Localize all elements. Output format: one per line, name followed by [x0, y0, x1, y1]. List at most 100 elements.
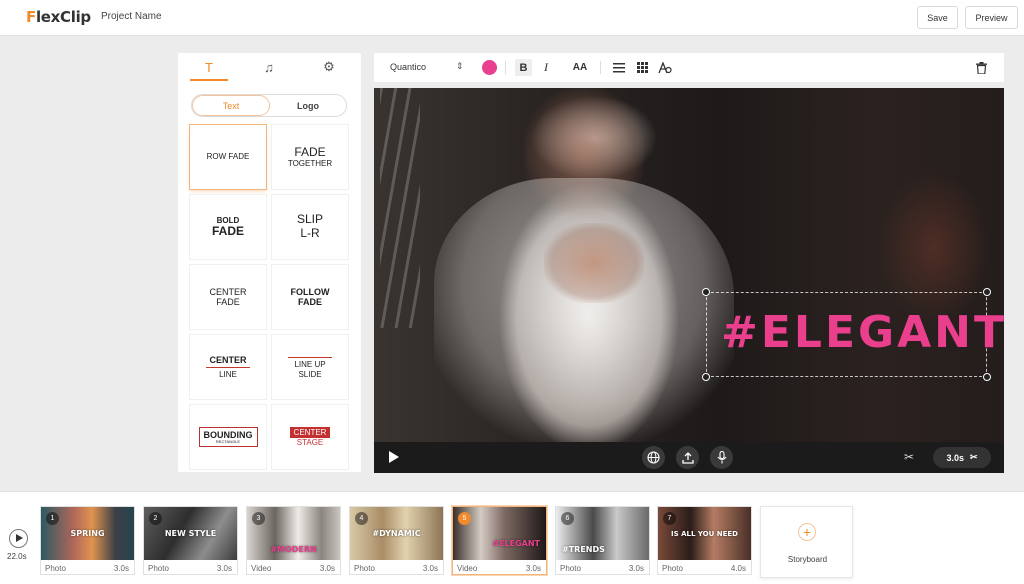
- text-toolbar: Quantico ⇕ B I AA: [374, 53, 1004, 82]
- split-icon[interactable]: ✂: [904, 450, 914, 464]
- save-button[interactable]: Save: [917, 6, 958, 29]
- top-bar: FlexClip Project Name Save Preview: [0, 0, 1024, 36]
- bold-button[interactable]: B: [515, 59, 532, 76]
- player-bar: ✂ 3.0s ✂: [374, 442, 1004, 473]
- text-overlay-box[interactable]: #ELEGANT: [702, 288, 1004, 381]
- clip-duration-pill[interactable]: 3.0s ✂: [933, 447, 991, 468]
- app-logo[interactable]: FlexClip: [26, 8, 91, 26]
- resize-handle[interactable]: [983, 288, 991, 296]
- active-tab-indicator: [190, 79, 228, 81]
- add-storyboard-button[interactable]: + Storyboard: [760, 506, 853, 578]
- clip-number: 5: [458, 512, 471, 525]
- clip-type: Photo: [354, 564, 375, 573]
- timeline-clip[interactable]: NEW STYLE 2 Photo 3.0s: [143, 506, 238, 575]
- template-label: LINE UP: [294, 360, 326, 370]
- timeline-clip[interactable]: #DYNAMIC 4 Photo 3.0s: [349, 506, 444, 575]
- globe-icon[interactable]: [642, 446, 665, 469]
- resize-handle[interactable]: [983, 373, 991, 381]
- upload-icon[interactable]: [676, 446, 699, 469]
- logo-text: lexClip: [35, 8, 91, 26]
- template-label: FADE: [294, 144, 326, 159]
- tab-text[interactable]: T: [184, 53, 234, 81]
- clip-duration: 4.0s: [730, 564, 746, 573]
- template-slip-lr[interactable]: SLIP L-R: [272, 195, 348, 259]
- template-label: SLIP: [296, 212, 323, 227]
- clip-duration: 3.0s: [113, 564, 129, 573]
- timeline-clip[interactable]: #MODERN 3 Video 3.0s: [246, 506, 341, 575]
- template-sublabel: FADE: [216, 297, 240, 307]
- timeline-clip[interactable]: IS ALL YOU NEED 7 Photo 4.0s: [657, 506, 752, 575]
- preview-button[interactable]: Preview: [965, 6, 1018, 29]
- align-icon[interactable]: [612, 59, 626, 76]
- segment-text[interactable]: Text: [192, 95, 270, 116]
- text-logo-toggle: Text Logo: [191, 94, 347, 117]
- play-icon[interactable]: [389, 451, 399, 463]
- red-divider: [288, 357, 332, 359]
- clip-type: Photo: [662, 564, 683, 573]
- clip-type: Video: [251, 564, 272, 573]
- timeline-play-button[interactable]: [9, 529, 28, 548]
- clip-number: 4: [355, 512, 368, 525]
- music-note-icon: ♫: [264, 59, 274, 75]
- template-bounding-rectangle[interactable]: BOUNDING RECTANGLE: [190, 405, 266, 469]
- timeline-clip-selected[interactable]: #ELEGANT 5 Video 3.0s: [452, 506, 547, 575]
- clip-duration: 3.0s: [946, 452, 964, 463]
- tab-settings[interactable]: ⚙: [304, 53, 354, 81]
- template-center-fade[interactable]: CENTER FADE: [190, 265, 266, 329]
- tab-music[interactable]: ♫: [244, 53, 294, 81]
- timeline-clip[interactable]: SPRING 1 Photo 3.0s: [40, 506, 135, 575]
- template-follow-fade[interactable]: FOLLOW FADE: [272, 265, 348, 329]
- clip-number: 2: [149, 512, 162, 525]
- segment-logo[interactable]: Logo: [270, 95, 346, 116]
- clip-caption: #ELEGANT: [492, 539, 540, 548]
- gear-icon: ⚙: [323, 59, 335, 74]
- text-panel: T ♫ ⚙ Text Logo ROW FADE FADE TOGETHER B…: [178, 53, 361, 472]
- trash-icon[interactable]: [974, 59, 988, 76]
- clip-duration: 3.0s: [216, 564, 232, 573]
- scene-hands: [544, 223, 644, 303]
- template-sublabel: STAGE: [296, 438, 324, 447]
- text-color-swatch[interactable]: [482, 60, 497, 75]
- template-fade-together[interactable]: FADE TOGETHER: [272, 125, 348, 189]
- updown-caret-icon[interactable]: ⇕: [456, 61, 464, 72]
- clip-duration: 3.0s: [628, 564, 644, 573]
- template-center-line[interactable]: CENTER LINE: [190, 335, 266, 399]
- clip-number: 6: [561, 512, 574, 525]
- template-label: CENTER: [209, 286, 247, 297]
- resize-handle[interactable]: [702, 288, 710, 296]
- template-label: FOLLOW: [290, 286, 330, 297]
- template-row-fade[interactable]: ROW FADE: [190, 125, 266, 189]
- template-label: CENTER: [289, 426, 331, 438]
- timeline-clip[interactable]: #TRENDS 6 Photo 3.0s: [555, 506, 650, 575]
- italic-button[interactable]: I: [539, 59, 553, 76]
- template-bold-fade[interactable]: BOLD FADE: [190, 195, 266, 259]
- clip-caption: #DYNAMIC: [372, 529, 421, 538]
- video-canvas[interactable]: #ELEGANT: [374, 88, 1004, 442]
- template-center-stage[interactable]: CENTER STAGE: [272, 405, 348, 469]
- template-sublabel: FADE: [297, 297, 322, 307]
- clip-duration: 3.0s: [422, 564, 438, 573]
- text-effect-icon[interactable]: [657, 59, 673, 76]
- text-icon: T: [205, 59, 213, 75]
- font-select[interactable]: Quantico: [390, 62, 426, 72]
- plus-icon: +: [798, 523, 816, 541]
- clip-duration: 3.0s: [319, 564, 335, 573]
- clip-caption: IS ALL YOU NEED: [671, 529, 738, 538]
- clip-type: Video: [457, 564, 478, 573]
- clip-number: 1: [46, 512, 59, 525]
- overlay-text[interactable]: #ELEGANT: [721, 311, 1004, 355]
- template-label: CENTER: [209, 354, 247, 365]
- storyboard-timeline: 22.0s SPRING 1 Photo 3.0s NEW STYLE 2 Ph…: [0, 491, 1024, 584]
- template-sublabel: TOGETHER: [287, 159, 333, 169]
- clip-number: 7: [663, 512, 676, 525]
- clip-type: Photo: [148, 564, 169, 573]
- project-name[interactable]: Project Name: [101, 11, 162, 22]
- toolbar-divider: [505, 61, 506, 74]
- resize-handle[interactable]: [702, 373, 710, 381]
- grid-icon[interactable]: [635, 59, 649, 76]
- font-size-button[interactable]: AA: [572, 59, 588, 76]
- microphone-icon[interactable]: [710, 446, 733, 469]
- template-line-up-slide[interactable]: LINE UP SLIDE: [272, 335, 348, 399]
- clip-caption: #TRENDS: [562, 545, 605, 554]
- logo-letter: F: [26, 8, 36, 26]
